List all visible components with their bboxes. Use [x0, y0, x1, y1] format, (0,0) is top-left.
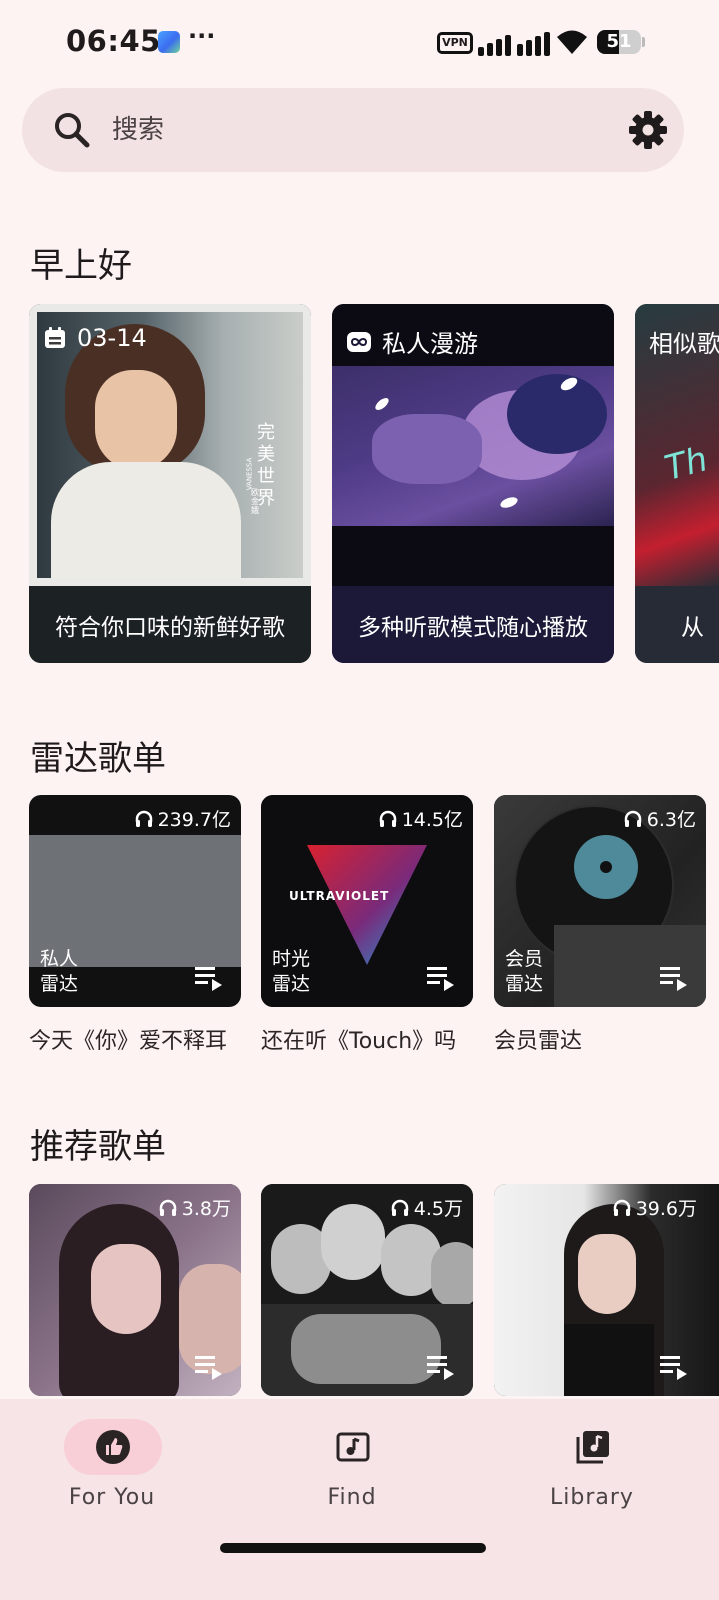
queue-play-icon[interactable]	[195, 1354, 223, 1380]
calendar-icon	[45, 327, 65, 348]
headphones-icon	[613, 1199, 630, 1216]
infinity-icon	[347, 331, 371, 352]
nav-label-for-you: For You	[68, 1485, 156, 1510]
headphones-icon	[135, 810, 152, 827]
music-library-icon	[576, 1431, 609, 1464]
similar-chip: 相似歌	[649, 324, 719, 359]
play-count: 39.6万	[612, 1194, 697, 1221]
radar-playlist-card[interactable]: ULTRAVIOLET 14.5亿 时光 雷达	[261, 795, 473, 1007]
playlist-cover-label: 会员 雷达	[505, 948, 544, 995]
queue-play-icon[interactable]	[660, 1354, 688, 1380]
headphones-icon	[391, 1199, 409, 1216]
wifi-icon	[557, 30, 587, 54]
headphones-icon	[624, 810, 642, 827]
daily-recommend-card[interactable]: 完美 世界 VANESSA 欧金娥 03-14 符合你口味的新鲜好歌	[29, 304, 311, 663]
search-input[interactable]	[112, 108, 592, 152]
playlist-cover-label: 时光 雷达	[272, 948, 311, 995]
roaming-chip-label: 私人漫游	[382, 330, 478, 358]
queue-play-icon[interactable]	[195, 965, 223, 991]
section-title-radar: 雷达歌单	[30, 739, 166, 779]
vpn-icon: VPN	[437, 32, 473, 54]
status-bar: 06:45 ··· VPN 51	[0, 0, 719, 86]
search-bar[interactable]	[22, 88, 684, 172]
album-art-text: 完美 世界	[257, 422, 275, 509]
playlist-cover-label: 私人 雷达	[40, 948, 79, 995]
section-title-morning: 早上好	[30, 246, 132, 286]
playlist-title[interactable]: 会员雷达	[494, 1023, 582, 1055]
radar-playlist-card[interactable]: 239.7亿 私人 雷达	[29, 795, 241, 1007]
more-notifications-icon: ···	[188, 22, 216, 50]
search-icon[interactable]	[52, 110, 92, 150]
play-count: 6.3亿	[623, 805, 696, 832]
date-chip-label: 03-14	[77, 324, 147, 352]
nav-label-find: Find	[327, 1485, 377, 1510]
nav-tab-find[interactable]: Find	[272, 1419, 432, 1529]
nav-label-library: Library	[550, 1485, 634, 1510]
recommended-playlist-card[interactable]: 39.6万	[494, 1184, 719, 1396]
headphones-icon	[159, 1199, 177, 1216]
album-art-artist: VANESSA	[245, 457, 254, 491]
bottom-navigation: For You Find Library	[0, 1399, 719, 1600]
app-notification-icon	[158, 31, 180, 53]
queue-play-icon[interactable]	[660, 965, 688, 991]
play-count: 239.7亿	[134, 805, 231, 832]
music-note-icon	[336, 1432, 370, 1462]
recommended-playlist-card[interactable]: 4.5万	[261, 1184, 473, 1396]
queue-play-icon[interactable]	[427, 965, 455, 991]
nav-tab-library[interactable]: Library	[512, 1419, 672, 1529]
battery-icon: 51	[597, 30, 641, 54]
private-roaming-card[interactable]: 私人漫游 多种听歌模式随心播放	[332, 304, 614, 663]
playlist-title[interactable]: 还在听《Touch》吗	[261, 1023, 456, 1055]
card-caption: 符合你口味的新鲜好歌	[29, 586, 311, 663]
home-indicator[interactable]	[220, 1543, 486, 1553]
cover-art-text: ULTRAVIOLET	[289, 889, 390, 903]
play-count: 14.5亿	[378, 805, 463, 832]
signal-icon	[478, 30, 550, 56]
date-chip: 03-14	[43, 324, 147, 352]
gear-icon[interactable]	[628, 110, 668, 150]
roaming-chip: 私人漫游	[346, 324, 478, 359]
headphones-icon	[379, 810, 396, 827]
battery-tip	[642, 37, 645, 47]
play-count: 4.5万	[390, 1194, 463, 1221]
queue-play-icon[interactable]	[427, 1354, 455, 1380]
similar-chip-label: 相似歌	[649, 330, 719, 358]
similar-songs-card[interactable]: Th 相似歌 从	[635, 304, 719, 663]
card-caption: 多种听歌模式随心播放	[332, 586, 614, 663]
nav-tab-for-you[interactable]: For You	[32, 1419, 192, 1529]
card-caption: 从	[635, 586, 719, 663]
recommended-playlist-card[interactable]: 3.8万	[29, 1184, 241, 1396]
radar-playlist-card[interactable]: 6.3亿 会员 雷达	[494, 795, 706, 1007]
album-art-artist-cn: 欧金娥	[251, 488, 259, 515]
section-title-recommended: 推荐歌单	[30, 1127, 166, 1167]
battery-level-text: 51	[606, 31, 632, 52]
playlist-title[interactable]: 今天《你》爱不释耳	[29, 1023, 227, 1055]
status-time: 06:45	[66, 24, 161, 58]
play-count: 3.8万	[158, 1194, 231, 1221]
thumbs-up-icon	[96, 1430, 130, 1464]
